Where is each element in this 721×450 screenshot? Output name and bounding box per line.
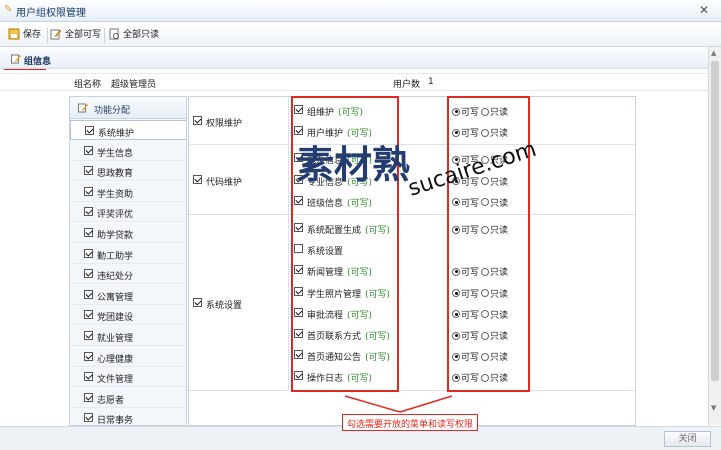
all-write-label: 全部可写	[65, 30, 102, 40]
menu-highlight	[291, 96, 399, 392]
function-item[interactable]: 助学贷款	[70, 223, 186, 243]
function-checkbox[interactable]	[84, 372, 93, 382]
permission-group: 代码维护	[189, 145, 289, 215]
function-item[interactable]: 公寓管理	[70, 284, 186, 305]
group-checkbox[interactable]	[193, 297, 202, 307]
function-checkbox[interactable]	[84, 351, 93, 361]
function-item-label: 志愿者	[97, 395, 125, 406]
function-checkbox[interactable]	[85, 126, 94, 135]
function-item-label: 系统维护	[98, 129, 135, 139]
window-title: 用户组权限管理	[16, 8, 86, 19]
function-item[interactable]: 党团建设	[70, 305, 186, 326]
user-count-label: 用户数	[393, 80, 421, 90]
permission-grid: 权限维护 组维护 (可写) 可写 只读 用户维护 (可写) 可写 只读 代码维护 院系信息 (可写) 可…	[188, 96, 636, 426]
function-checkbox[interactable]	[84, 310, 93, 320]
function-item[interactable]: 日常事务	[70, 408, 186, 426]
close-icon[interactable]: ✕	[699, 3, 709, 17]
function-checkbox[interactable]	[84, 269, 93, 279]
group-name-value: 超级管理员	[111, 80, 157, 90]
function-checkbox[interactable]	[84, 392, 93, 402]
window-icon: ✎	[4, 4, 13, 15]
function-list-title: 功能分配	[94, 106, 131, 116]
function-item[interactable]: 系统维护	[70, 120, 186, 140]
function-item-label: 公寓管理	[97, 292, 134, 303]
function-checkbox[interactable]	[84, 166, 93, 176]
edit-icon	[11, 54, 21, 64]
title-bar: ✎ 用户组权限管理 ✕	[0, 0, 721, 22]
function-item[interactable]: 心理健康	[70, 346, 186, 367]
scroll-thumb[interactable]	[711, 61, 719, 381]
group-info-header: 组信息	[0, 50, 708, 69]
group-label: 系统设置	[206, 300, 243, 311]
save-button[interactable]: 保存	[8, 27, 41, 44]
all-write-button[interactable]: 全部可写	[50, 27, 101, 44]
function-checkbox[interactable]	[84, 413, 93, 423]
function-checkbox[interactable]	[84, 248, 93, 258]
function-item-label: 评奖评优	[97, 210, 134, 221]
function-checkbox[interactable]	[84, 186, 93, 196]
callout-note: 勾选需要开放的菜单和读写权限	[342, 414, 479, 431]
function-list: 功能分配 系统维护学生信息思政教育学生资助评奖评优助学贷款勤工助学违纪处分公寓管…	[69, 96, 187, 426]
all-read-label: 全部只读	[123, 30, 160, 40]
section-title: 组信息	[24, 57, 52, 67]
function-checkbox[interactable]	[84, 331, 93, 340]
function-checkbox[interactable]	[84, 145, 93, 155]
function-item[interactable]: 思政教育	[70, 161, 186, 182]
function-item-label: 日常事务	[97, 416, 134, 426]
scroll-down-icon[interactable]: ▼	[711, 404, 716, 412]
permission-group: 系统设置	[189, 215, 289, 391]
function-list-header: 功能分配	[70, 97, 186, 119]
scroll-up-icon[interactable]: ▲	[711, 49, 716, 57]
read-icon	[109, 28, 119, 39]
function-item[interactable]: 勤工助学	[70, 243, 186, 264]
save-label: 保存	[23, 30, 42, 40]
group-checkbox[interactable]	[193, 116, 202, 126]
function-checkbox[interactable]	[84, 207, 93, 217]
toolbar-divider	[104, 28, 105, 43]
function-item[interactable]: 违纪处分	[70, 264, 186, 285]
function-item-label: 文件管理	[97, 375, 134, 386]
close-button[interactable]: 关闭	[664, 431, 711, 447]
function-item[interactable]: 学生资助	[70, 181, 186, 202]
function-item[interactable]: 就业管理	[70, 326, 186, 346]
function-item[interactable]: 志愿者	[70, 387, 186, 408]
function-item-label: 党团建设	[97, 313, 134, 324]
toolbar-divider	[47, 28, 48, 43]
user-count-value: 1	[428, 77, 434, 87]
function-checkbox[interactable]	[84, 289, 93, 299]
permission-highlight	[447, 96, 530, 392]
permission-group: 权限维护	[189, 97, 289, 146]
function-item-label: 学生信息	[97, 148, 134, 159]
group-label: 权限维护	[206, 119, 243, 130]
function-item-label: 学生资助	[97, 189, 134, 200]
function-checkbox[interactable]	[84, 228, 93, 237]
function-item[interactable]: 文件管理	[70, 367, 186, 388]
group-info-row: 组名称 超级管理员 用户数 1	[0, 73, 708, 91]
function-item-label: 勤工助学	[97, 251, 134, 262]
toolbar: 保存 全部可写 全部只读	[0, 24, 721, 70]
function-item-label: 思政教育	[97, 169, 134, 180]
vertical-scrollbar[interactable]: ▲ ▼	[708, 47, 721, 425]
group-checkbox[interactable]	[193, 175, 202, 185]
edit-icon	[78, 103, 88, 113]
edit-icon	[50, 29, 62, 39]
function-item-label: 助学贷款	[97, 231, 134, 241]
function-item[interactable]: 学生信息	[70, 140, 186, 161]
permission-dialog: ✎ 用户组权限管理 ✕ 保存 全部可写 全部只读 组信息 组名称 超级管理员 用…	[0, 0, 721, 450]
group-name-label: 组名称	[74, 80, 102, 90]
function-item[interactable]: 评奖评优	[70, 202, 186, 223]
save-icon	[8, 28, 20, 39]
function-item-label: 就业管理	[97, 334, 134, 344]
function-item-label: 违纪处分	[97, 272, 134, 283]
all-read-button[interactable]: 全部只读	[108, 27, 159, 44]
group-label: 代码维护	[206, 178, 243, 189]
function-item-label: 心理健康	[97, 354, 134, 365]
